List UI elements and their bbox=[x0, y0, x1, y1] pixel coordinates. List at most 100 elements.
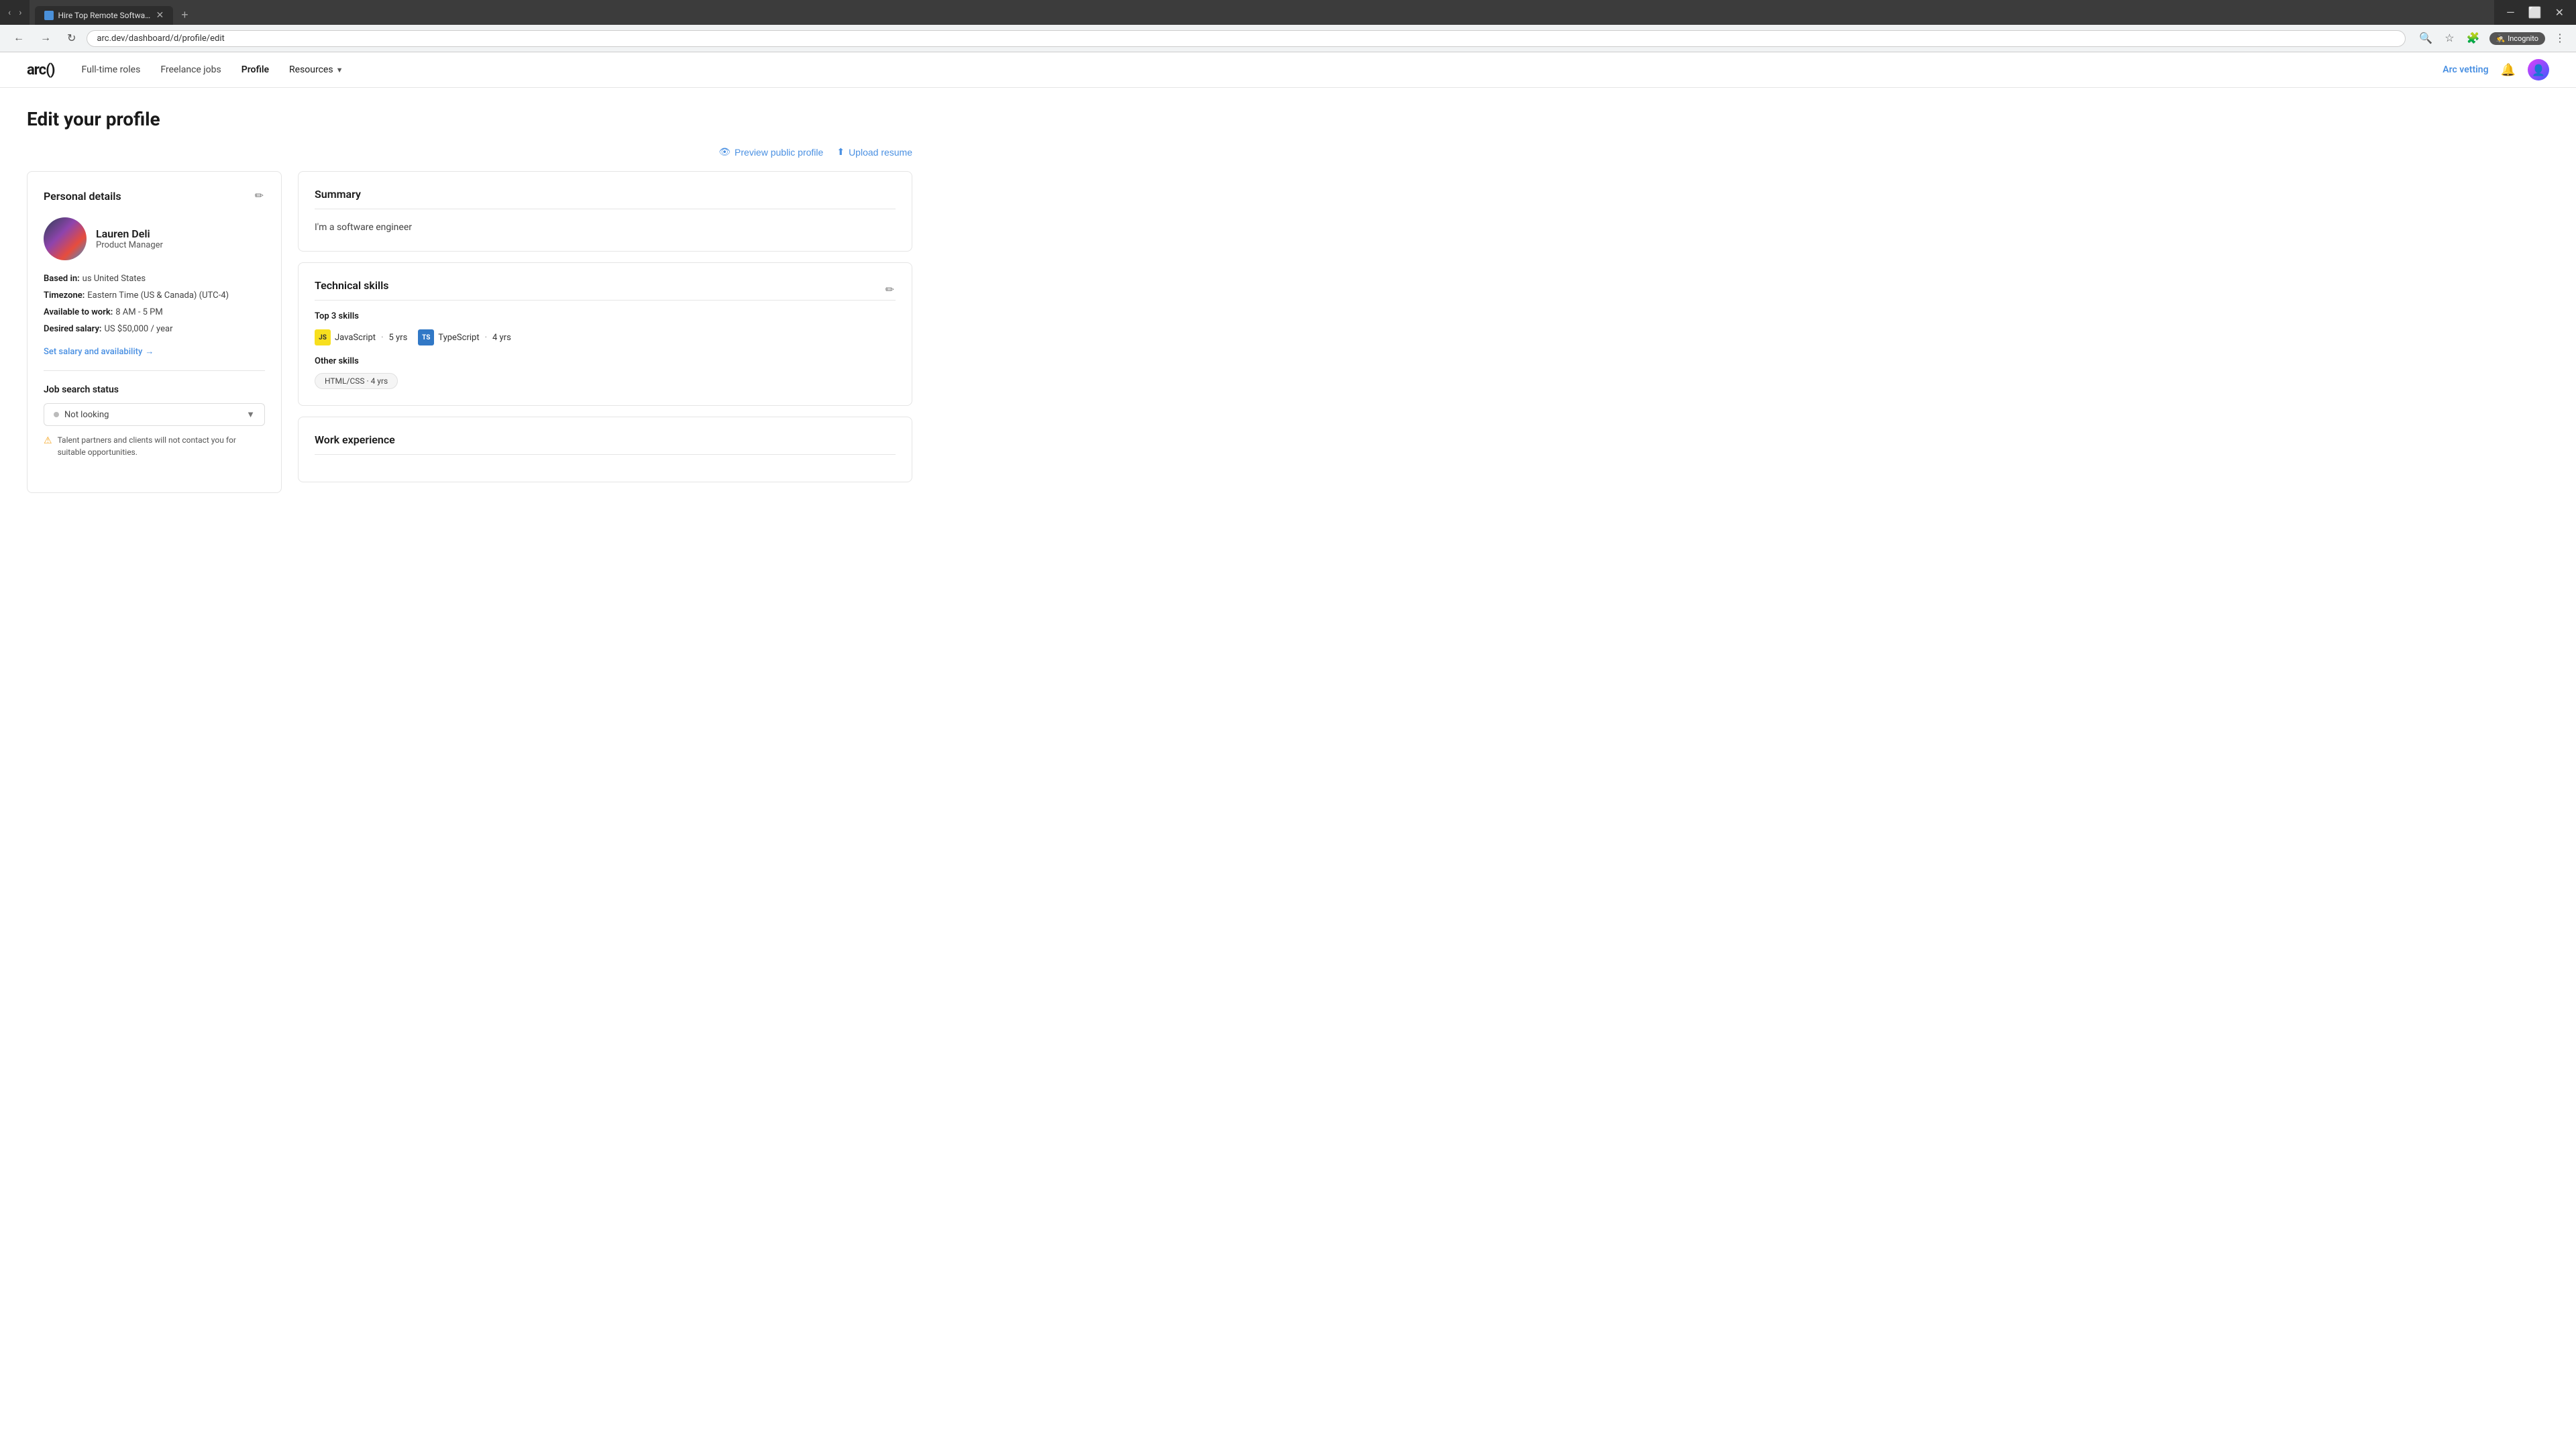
javascript-years: 5 yrs bbox=[388, 333, 407, 343]
app-nav: arc() Full-time roles Freelance jobs Pro… bbox=[0, 52, 2576, 88]
other-skills-row: HTML/CSS · 4 yrs bbox=[315, 373, 896, 389]
arc-vetting-link[interactable]: Arc vetting bbox=[2443, 64, 2488, 75]
preview-profile-label: Preview public profile bbox=[735, 147, 823, 158]
avatar-image: 👤 bbox=[2532, 64, 2545, 76]
nav-profile[interactable]: Profile bbox=[241, 62, 269, 78]
bookmark-icon-button[interactable]: ☆ bbox=[2442, 29, 2457, 48]
skills-divider bbox=[315, 300, 896, 301]
nav-right: Arc vetting 🔔 👤 bbox=[2443, 59, 2549, 80]
right-panels: Summary I'm a software engineer Technica… bbox=[298, 171, 912, 493]
user-job-title: Product Manager bbox=[96, 240, 163, 250]
warning-icon: ⚠ bbox=[44, 434, 52, 448]
skills-edit-button[interactable]: ✏ bbox=[884, 282, 896, 298]
work-experience-title: Work experience bbox=[315, 433, 896, 446]
salary-label: Desired salary: bbox=[44, 324, 101, 334]
skill-javascript: JS JavaScript · 5 yrs bbox=[315, 329, 407, 345]
arrow-right-icon: → bbox=[145, 346, 154, 357]
tab-label: Hire Top Remote Software Dev... bbox=[58, 11, 152, 20]
new-tab-button[interactable]: + bbox=[176, 5, 194, 25]
set-salary-link[interactable]: Set salary and availability → bbox=[44, 346, 154, 357]
javascript-name: JavaScript bbox=[335, 333, 376, 343]
extensions-icon-button[interactable]: 🧩 bbox=[2464, 29, 2483, 48]
search-icon-button[interactable]: 🔍 bbox=[2416, 29, 2435, 48]
skill-html-css: HTML/CSS · 4 yrs bbox=[315, 373, 398, 389]
timezone-value: Eastern Time (US & Canada) (UTC-4) bbox=[87, 290, 229, 301]
skill-typescript: TS TypeScript · 4 yrs bbox=[418, 329, 511, 345]
available-value: 8 AM - 5 PM bbox=[115, 307, 162, 317]
address-bar-url: arc.dev/dashboard/d/profile/edit bbox=[97, 34, 224, 44]
based-in-label: Based in: bbox=[44, 274, 80, 284]
status-select[interactable]: Not looking ▼ bbox=[44, 403, 265, 426]
personal-details-title: Personal details bbox=[44, 190, 121, 203]
job-search-label: Job search status bbox=[44, 384, 265, 395]
notification-bell-icon[interactable]: 🔔 bbox=[2501, 63, 2516, 77]
page-title: Edit your profile bbox=[27, 108, 912, 130]
user-name-block: Lauren Deli Product Manager bbox=[96, 227, 163, 250]
warning-box: ⚠ Talent partners and clients will not c… bbox=[44, 434, 265, 458]
chevron-down-select-icon: ▼ bbox=[246, 409, 255, 420]
user-avatar bbox=[44, 217, 87, 260]
back-button[interactable]: ← bbox=[8, 30, 30, 47]
salary-row: Desired salary: US $50,000 / year bbox=[44, 324, 265, 334]
typescript-name: TypeScript bbox=[438, 333, 479, 343]
tab-nav-right-icon[interactable]: › bbox=[16, 5, 24, 21]
preview-profile-button[interactable]: 👁 Preview public profile bbox=[718, 146, 823, 158]
nav-resources[interactable]: Resources ▼ bbox=[289, 64, 343, 75]
personal-details-edit-button[interactable]: ✏ bbox=[254, 188, 265, 204]
personal-details-header: Personal details ✏ bbox=[44, 188, 265, 204]
window-close-button[interactable]: ✕ bbox=[2551, 5, 2568, 20]
profile-actions: 👁 Preview public profile ⬆ Upload resume bbox=[27, 146, 912, 158]
tab-close-icon[interactable]: ✕ bbox=[156, 10, 164, 21]
salary-value: US $50,000 / year bbox=[104, 324, 172, 334]
typescript-years: 4 yrs bbox=[492, 333, 511, 343]
browser-menu-button[interactable]: ⋮ bbox=[2552, 29, 2568, 48]
incognito-badge[interactable]: 🕵 Incognito bbox=[2489, 32, 2546, 45]
avatar-image-display bbox=[44, 217, 87, 260]
top-skills-row: JS JavaScript · 5 yrs TS TypeScript · 4 … bbox=[315, 329, 896, 345]
window-maximize-button[interactable]: ⬜ bbox=[2524, 5, 2546, 20]
based-in-value: us United States bbox=[83, 274, 146, 284]
upload-icon: ⬆ bbox=[837, 146, 845, 158]
tab-favicon bbox=[44, 11, 54, 20]
main-content: Edit your profile 👁 Preview public profi… bbox=[0, 88, 939, 513]
divider-1 bbox=[44, 370, 265, 371]
browser-tab[interactable]: Hire Top Remote Software Dev... ✕ bbox=[35, 6, 173, 25]
available-row: Available to work: 8 AM - 5 PM bbox=[44, 307, 265, 317]
forward-button[interactable]: → bbox=[35, 30, 56, 47]
set-salary-label: Set salary and availability bbox=[44, 347, 142, 357]
chevron-down-icon: ▼ bbox=[336, 66, 343, 74]
typescript-icon: TS bbox=[418, 329, 434, 345]
javascript-icon: JS bbox=[315, 329, 331, 345]
skill-dot-2: · bbox=[485, 333, 487, 343]
skills-panel-header: Technical skills ✏ bbox=[315, 279, 896, 300]
work-divider bbox=[315, 454, 896, 455]
address-bar[interactable]: arc.dev/dashboard/d/profile/edit bbox=[87, 30, 2406, 47]
summary-title: Summary bbox=[315, 188, 896, 201]
nav-full-time-roles[interactable]: Full-time roles bbox=[82, 62, 141, 78]
profile-grid: Personal details ✏ Lauren Deli Product M… bbox=[27, 171, 912, 493]
eye-icon: 👁 bbox=[718, 146, 731, 158]
timezone-label: Timezone: bbox=[44, 290, 85, 301]
based-in-row: Based in: us United States bbox=[44, 274, 265, 284]
refresh-button[interactable]: ↻ bbox=[62, 29, 81, 48]
status-dot-icon bbox=[54, 412, 59, 417]
user-avatar-nav[interactable]: 👤 bbox=[2528, 59, 2549, 80]
summary-panel: Summary I'm a software engineer bbox=[298, 171, 912, 252]
upload-resume-button[interactable]: ⬆ Upload resume bbox=[837, 146, 912, 158]
nav-resources-label: Resources bbox=[289, 64, 333, 75]
app-logo[interactable]: arc() bbox=[27, 62, 55, 78]
personal-details-panel: Personal details ✏ Lauren Deli Product M… bbox=[27, 171, 282, 493]
user-name: Lauren Deli bbox=[96, 227, 163, 240]
incognito-icon: 🕵 bbox=[2496, 34, 2506, 43]
available-label: Available to work: bbox=[44, 307, 113, 317]
warning-text: Talent partners and clients will not con… bbox=[58, 434, 265, 458]
skills-title: Technical skills bbox=[315, 279, 389, 292]
nav-freelance-jobs[interactable]: Freelance jobs bbox=[160, 62, 221, 78]
skill-dot-1: · bbox=[381, 333, 383, 343]
window-minimize-button[interactable]: — bbox=[2502, 5, 2519, 20]
other-skills-label: Other skills bbox=[315, 356, 896, 366]
top-skills-label: Top 3 skills bbox=[315, 311, 896, 321]
work-experience-panel: Work experience bbox=[298, 417, 912, 482]
timezone-row: Timezone: Eastern Time (US & Canada) (UT… bbox=[44, 290, 265, 301]
tab-nav-left-icon[interactable]: ‹ bbox=[5, 5, 13, 21]
